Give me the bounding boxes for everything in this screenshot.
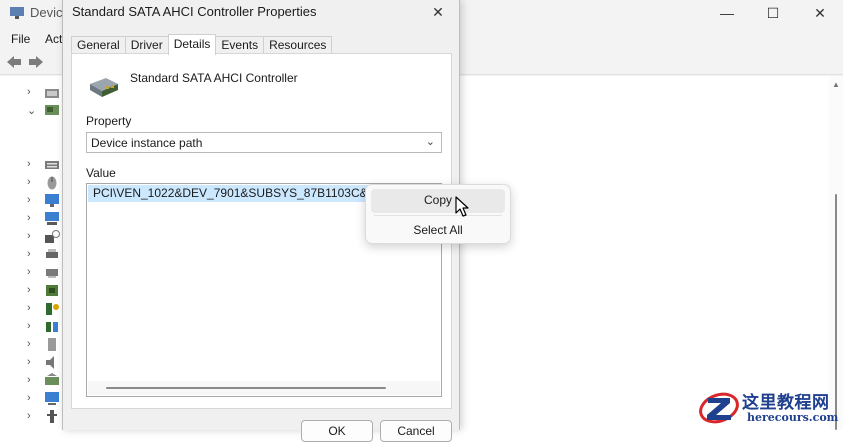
chevron-right-icon[interactable]: › <box>27 320 31 332</box>
network-adapter-icon <box>45 212 59 225</box>
security-device-icon <box>46 303 59 315</box>
chevron-right-icon[interactable]: › <box>27 356 31 368</box>
sound-icon <box>46 356 54 369</box>
value-label: Value <box>86 166 116 180</box>
chevron-down-icon[interactable]: ⌄ <box>27 104 36 117</box>
usb-controller-icon <box>47 410 57 423</box>
tree-row-expanded[interactable]: ⌄ <box>0 102 70 120</box>
print-queue-icon <box>46 249 58 258</box>
keyboard-icon <box>45 161 59 169</box>
watermark-text-en: herecours.com <box>747 411 839 424</box>
chevron-right-icon[interactable]: › <box>27 248 31 260</box>
mouse-icon <box>47 176 57 190</box>
tree-row[interactable]: › <box>0 372 70 390</box>
menu-separator <box>374 215 502 216</box>
chevron-right-icon[interactable]: › <box>27 266 31 278</box>
chevron-right-icon[interactable]: › <box>27 410 31 422</box>
storage-controller-icon <box>90 78 118 97</box>
mouse-cursor-icon <box>455 196 469 217</box>
maximize-icon: ☐ <box>766 4 780 21</box>
close-icon: ✕ <box>432 3 444 20</box>
tree-row[interactable]: › <box>0 336 70 354</box>
chevron-right-icon[interactable]: › <box>27 302 31 314</box>
chevron-right-icon[interactable]: › <box>27 212 31 224</box>
tree-row[interactable]: › <box>0 84 70 102</box>
chevron-right-icon[interactable]: › <box>27 392 31 404</box>
horizontal-scrollbar[interactable] <box>88 381 440 395</box>
back-arrow-icon[interactable] <box>6 55 22 69</box>
property-label: Property <box>86 114 132 128</box>
software-device-icon <box>48 338 56 351</box>
tree-row[interactable]: › <box>0 246 70 264</box>
processor-icon <box>46 285 58 296</box>
chevron-right-icon[interactable]: › <box>27 176 31 188</box>
storage-controller-icon <box>45 373 59 385</box>
tree-row[interactable]: › <box>0 318 70 336</box>
tree-row[interactable]: › <box>0 264 70 282</box>
chevron-right-icon[interactable]: › <box>27 284 31 296</box>
chevron-right-icon[interactable]: › <box>27 158 31 170</box>
system-devices-icon <box>45 392 59 405</box>
scroll-up-arrow-icon[interactable]: ▲ <box>832 80 840 89</box>
tree-row[interactable]: › <box>0 174 70 192</box>
property-selected-value: Device instance path <box>91 136 203 150</box>
tree-row[interactable]: › <box>0 282 70 300</box>
menu-action[interactable]: Act <box>45 32 62 46</box>
maximize-button[interactable]: ☐ <box>750 0 796 26</box>
device-manager-icon <box>10 7 24 19</box>
tree-row[interactable]: › <box>0 408 70 426</box>
device-name: Standard SATA AHCI Controller <box>130 71 298 85</box>
audio-device-icon <box>45 89 59 98</box>
dialog-title: Standard SATA AHCI Controller Properties <box>72 4 317 19</box>
chevron-right-icon[interactable]: › <box>27 338 31 350</box>
storage-controller-icon <box>45 105 59 115</box>
software-component-icon <box>46 322 58 332</box>
other-devices-icon <box>45 230 60 243</box>
chevron-right-icon[interactable]: › <box>27 86 31 98</box>
tab-strip: General Driver Details Events Resources <box>71 34 333 55</box>
property-dropdown[interactable]: Device instance path ⌄ <box>86 132 442 153</box>
tree-row[interactable]: › <box>0 156 70 174</box>
close-icon: ✕ <box>814 4 826 21</box>
context-menu: Copy Select All <box>365 184 511 244</box>
chevron-down-icon: ⌄ <box>425 136 435 148</box>
scrollbar-thumb[interactable] <box>106 387 386 389</box>
tree-row[interactable]: › <box>0 300 70 318</box>
tree-row[interactable]: › <box>0 192 70 210</box>
minimize-button[interactable]: — <box>704 0 750 26</box>
ok-button[interactable]: OK <box>301 420 373 442</box>
chevron-right-icon[interactable]: › <box>27 374 31 386</box>
menu-file[interactable]: File <box>11 32 30 46</box>
tree-row[interactable]: › <box>0 354 70 372</box>
monitor-icon <box>45 194 59 207</box>
forward-arrow-icon[interactable] <box>28 55 44 69</box>
tree-row[interactable]: › <box>0 390 70 408</box>
vertical-scrollbar[interactable]: ▲ <box>829 76 843 430</box>
tree-row[interactable]: › <box>0 228 70 246</box>
chevron-right-icon[interactable]: › <box>27 194 31 206</box>
cancel-button[interactable]: Cancel <box>380 420 452 442</box>
watermark-logo-icon <box>699 392 739 424</box>
chevron-right-icon[interactable]: › <box>27 230 31 242</box>
tree-row[interactable]: › <box>0 210 70 228</box>
menu-item-select-all[interactable]: Select All <box>371 219 505 243</box>
minimize-icon: — <box>720 5 734 21</box>
print-queue-icon <box>46 269 58 278</box>
menu-item-copy[interactable]: Copy <box>371 189 505 213</box>
tab-details[interactable]: Details <box>167 34 217 55</box>
close-button[interactable]: ✕ <box>797 0 843 26</box>
dialog-close-button[interactable]: ✕ <box>423 0 453 24</box>
watermark-text-cn: 这里教程网 <box>742 393 830 413</box>
watermark: 这里教程网 herecours.com <box>697 383 843 430</box>
